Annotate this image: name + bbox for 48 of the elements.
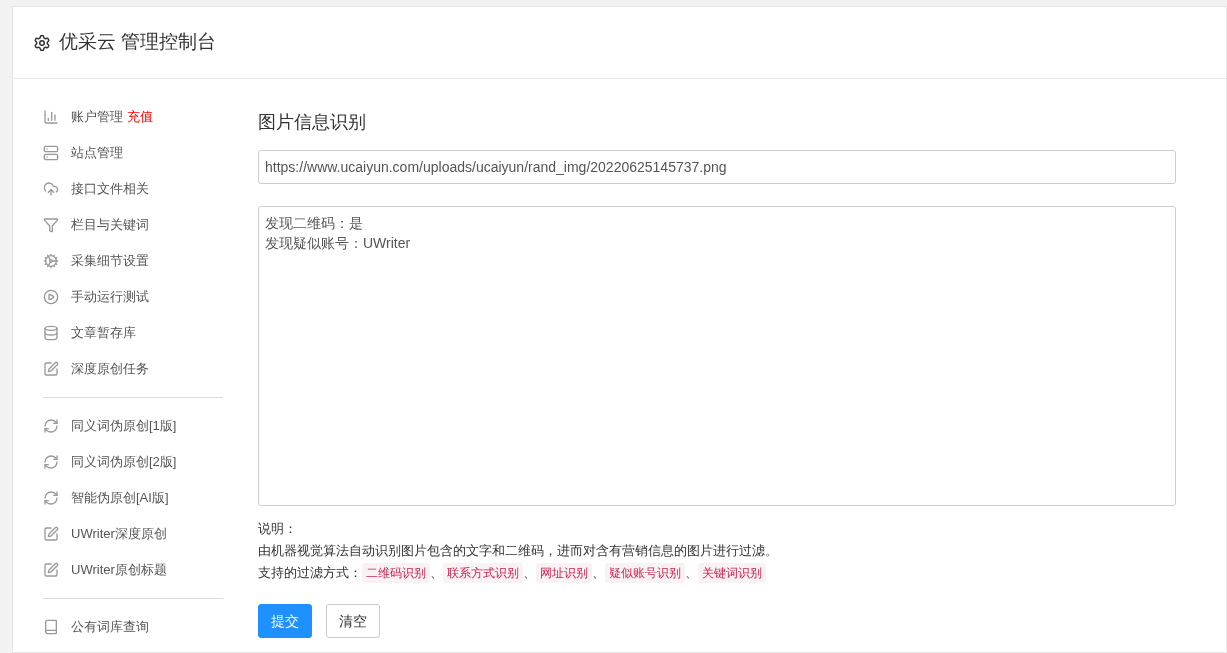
- database-icon: [43, 325, 59, 341]
- sidebar-item[interactable]: 同义词伪原创[1版]: [43, 416, 177, 436]
- sidebar-item[interactable]: 智能伪原创[AI版]: [43, 488, 169, 508]
- separator-mark: 、: [685, 564, 698, 582]
- book-icon: [43, 619, 59, 635]
- page-heading: 图片信息识别: [258, 111, 367, 134]
- play-icon: [43, 289, 59, 305]
- result-text-area[interactable]: 发现二维码：是 发现疑似账号：UWriter: [258, 206, 1176, 506]
- sidebar-item[interactable]: UWriter原创标题: [43, 560, 167, 580]
- sidebar-item[interactable]: 账户管理: [43, 107, 123, 127]
- filter-icon: [43, 217, 59, 233]
- result-line: 发现二维码：是: [265, 214, 364, 233]
- console-title: 优采云 管理控制台: [59, 30, 217, 55]
- sidebar-item[interactable]: 手动运行测试: [43, 287, 149, 307]
- method-tag: 联系方式识别: [443, 563, 523, 583]
- edit-icon: [43, 562, 59, 578]
- sidebar-item[interactable]: 同义词伪原创[2版]: [43, 452, 177, 472]
- separator-mark: 、: [430, 564, 443, 582]
- cloud-upload-icon: [43, 181, 59, 197]
- notes-heading: 说明：: [258, 520, 297, 538]
- sidebar-item[interactable]: 接口文件相关: [43, 179, 149, 199]
- sidebar-item[interactable]: UWriter深度原创: [43, 524, 167, 544]
- sidebar-item[interactable]: 站点管理: [43, 143, 123, 163]
- method-tag: 二维码识别: [362, 563, 430, 583]
- clear-button[interactable]: 清空: [326, 604, 380, 638]
- filter-methods-label: 支持的过滤方式：: [258, 564, 362, 582]
- result-line: 发现疑似账号：UWriter: [265, 234, 412, 253]
- method-tag: 网址识别: [536, 563, 592, 583]
- sidebar-item[interactable]: 公有词库查询: [43, 617, 149, 637]
- recharge-link[interactable]: 充值: [127, 107, 153, 127]
- sidebar-item[interactable]: 采集细节设置: [43, 251, 149, 271]
- refresh-icon: [43, 490, 59, 506]
- settings-icon: [33, 33, 51, 52]
- url-input-field[interactable]: https://www.ucaiyun.com/uploads/ucaiyun/rand_img/20220625145737.png: [258, 150, 1176, 184]
- server-icon: [43, 145, 59, 161]
- edit-icon: [43, 361, 59, 377]
- refresh-icon: [43, 454, 59, 470]
- sidebar-item[interactable]: 栏目与关键词: [43, 215, 149, 235]
- method-tag: 关键词识别: [698, 563, 766, 583]
- sidebar-item[interactable]: 深度原创任务: [43, 359, 149, 379]
- edit-icon: [43, 526, 59, 542]
- notes-description: 由机器视觉算法自动识别图片包含的文字和二维码，进而对含有营销信息的图片进行过滤。: [258, 542, 778, 560]
- method-tag: 疑似账号识别: [605, 563, 685, 583]
- separator-mark: 、: [523, 564, 536, 582]
- separator-mark: 、: [592, 564, 605, 582]
- chart-icon: [43, 109, 59, 125]
- refresh-icon: [43, 418, 59, 434]
- sidebar-item[interactable]: 文章暂存库: [43, 323, 136, 343]
